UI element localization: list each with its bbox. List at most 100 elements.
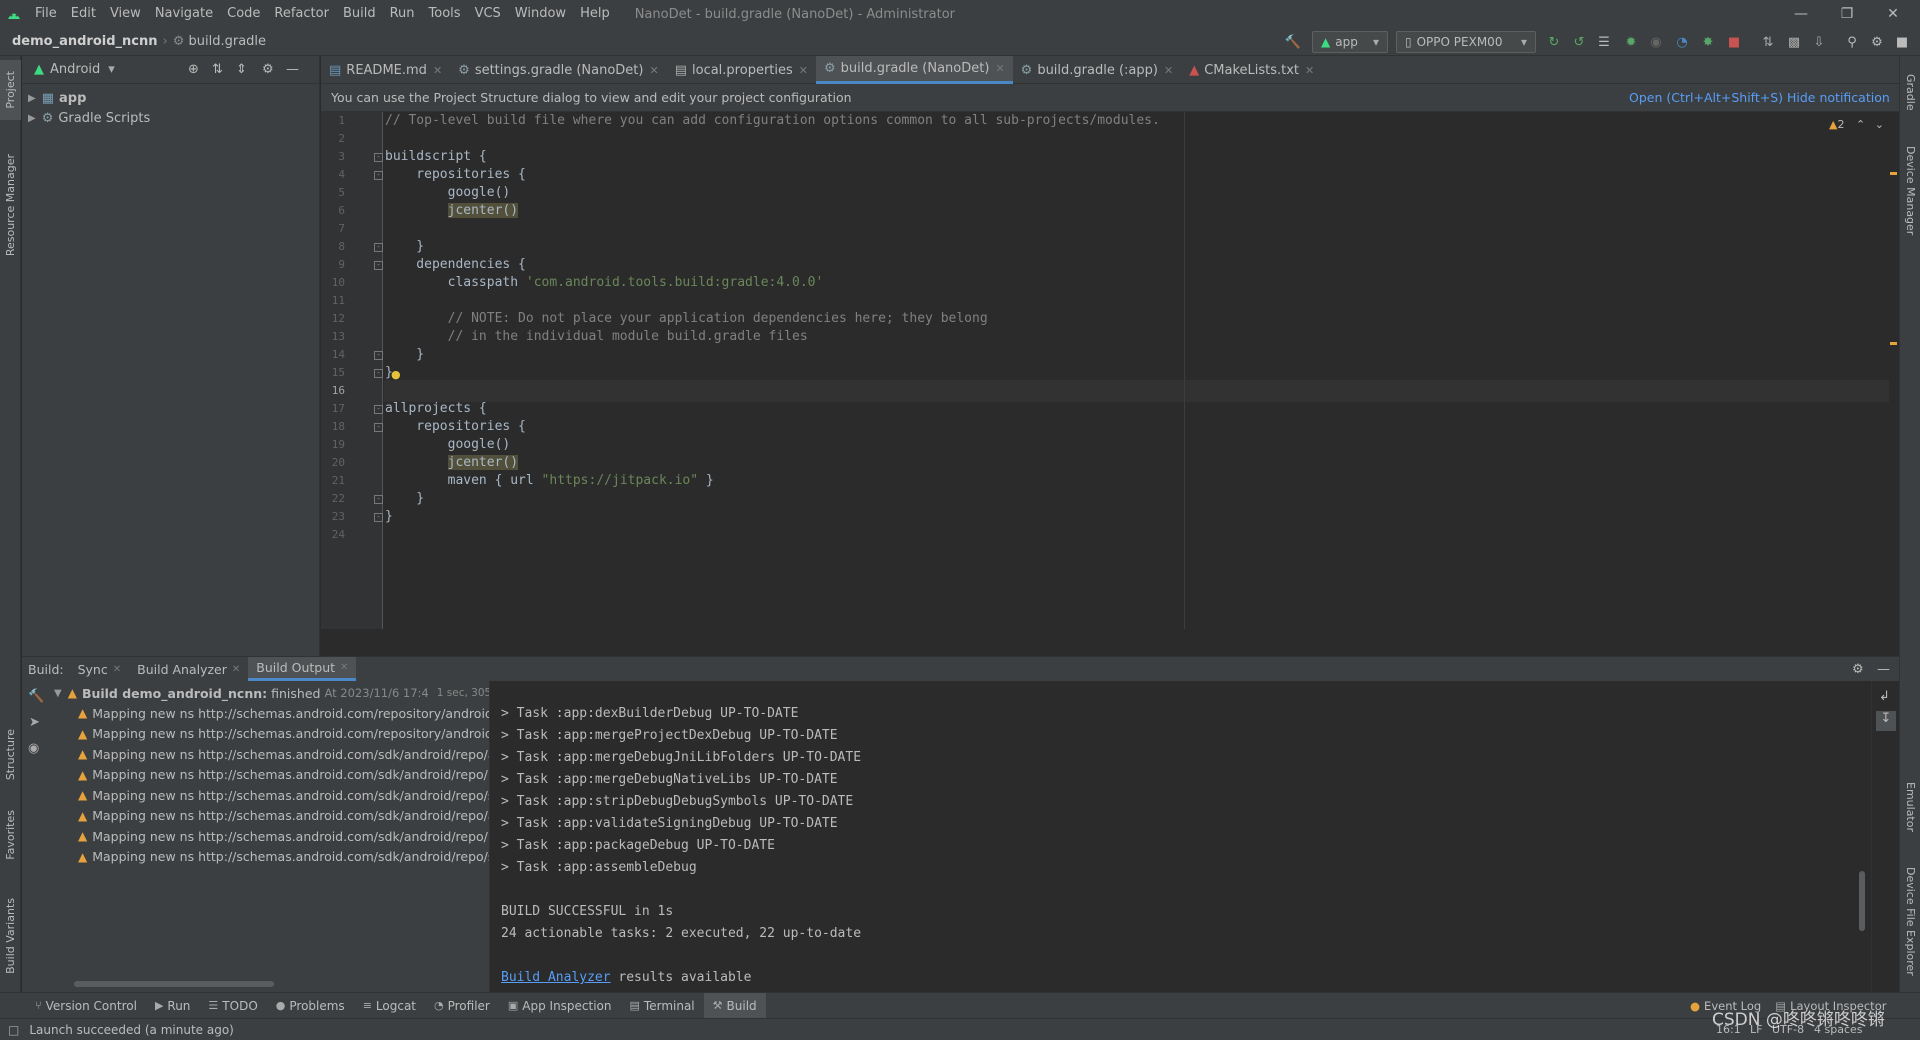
line-number[interactable]: 2: [321, 132, 345, 145]
gradle-sync-icon[interactable]: ⇅: [1759, 33, 1777, 51]
menu-navigate[interactable]: Navigate: [148, 0, 220, 28]
line-number[interactable]: 23: [321, 510, 345, 523]
tool-button-app-inspection[interactable]: ▣ App Inspection: [499, 993, 621, 1019]
breadcrumb-file[interactable]: build.gradle: [189, 34, 267, 49]
open-project-structure-link[interactable]: Open (Ctrl+Alt+Shift+S): [1629, 90, 1783, 105]
sdk-manager-icon[interactable]: ⇩: [1810, 33, 1828, 51]
build-warning-row[interactable]: ▲ Mapping new ns http://schemas.android.c…: [50, 806, 489, 827]
tab-sync[interactable]: Sync ✕: [70, 657, 130, 681]
tool-button-logcat[interactable]: ≡ Logcat: [354, 993, 425, 1019]
line-number[interactable]: 9: [321, 258, 345, 271]
tab-build-gradle-project[interactable]: ⚙ build.gradle (NanoDet) ✕: [815, 56, 1013, 84]
status-toggle-icon[interactable]: □: [8, 1023, 19, 1037]
menu-view[interactable]: View: [103, 0, 148, 28]
close-icon[interactable]: ✕: [340, 662, 348, 673]
line-number[interactable]: 7: [321, 222, 345, 235]
coverage-icon[interactable]: ◉: [1647, 33, 1665, 51]
menu-vcs[interactable]: VCS: [468, 0, 508, 28]
close-icon[interactable]: ✕: [649, 64, 658, 77]
line-number[interactable]: 22: [321, 492, 345, 505]
chevron-up-icon[interactable]: ⌃: [1856, 118, 1865, 131]
inspection-widget[interactable]: ▲2 ⌃ ⌄: [1829, 118, 1884, 131]
build-warning-row[interactable]: ▲ Mapping new ns http://schemas.android.c…: [50, 744, 489, 765]
profile-icon[interactable]: ◔: [1673, 33, 1691, 51]
tool-tab-project[interactable]: Project: [0, 60, 21, 120]
pin-icon[interactable]: ➤: [29, 715, 40, 730]
close-icon[interactable]: ✕: [232, 664, 240, 675]
tool-tab-structure[interactable]: Structure: [0, 720, 21, 790]
line-number[interactable]: 1: [321, 114, 345, 127]
gear-icon[interactable]: ⚙: [262, 62, 274, 77]
fold-marker-icon[interactable]: -: [374, 513, 383, 522]
line-number[interactable]: 4: [321, 168, 345, 181]
minimize-button[interactable]: —: [1778, 0, 1824, 28]
line-number[interactable]: 10: [321, 276, 345, 289]
tool-tab-device-file-explorer[interactable]: Device File Explorer: [1900, 856, 1920, 986]
build-console[interactable]: > Task :app:dexBuilderDebug UP-TO-DATE > …: [491, 681, 1871, 993]
stop-icon[interactable]: ■: [1725, 33, 1743, 51]
fold-marker-icon[interactable]: -: [374, 171, 383, 180]
console-scrollbar[interactable]: [1859, 871, 1865, 931]
line-number[interactable]: 14: [321, 348, 345, 361]
debug-icon[interactable]: ✹: [1622, 33, 1640, 51]
build-warning-row[interactable]: ▲ Mapping new ns http://schemas.android.c…: [50, 724, 489, 745]
line-number[interactable]: 20: [321, 456, 345, 469]
tab-build-output[interactable]: Build Output ✕: [248, 657, 357, 681]
tab-settings-gradle[interactable]: ⚙ settings.gradle (NanoDet) ✕: [450, 56, 667, 84]
line-number[interactable]: 12: [321, 312, 345, 325]
build-warning-row[interactable]: ▲ Mapping new ns http://schemas.android.c…: [50, 765, 489, 786]
hammer-icon[interactable]: 🔨: [28, 689, 44, 704]
chevron-down-icon[interactable]: ⌄: [1875, 118, 1884, 131]
close-window-button[interactable]: ✕: [1870, 0, 1916, 28]
menu-window[interactable]: Window: [508, 0, 573, 28]
device-select[interactable]: ▯ OPPO PEXM00 ▾: [1396, 31, 1536, 53]
chevron-right-icon[interactable]: ▶: [28, 93, 36, 104]
close-icon[interactable]: ✕: [433, 64, 442, 77]
line-number[interactable]: 15: [321, 366, 345, 379]
settings-icon[interactable]: ⚙: [1868, 33, 1886, 51]
make-hammer-icon[interactable]: 🔨: [1284, 33, 1302, 51]
close-icon[interactable]: ✕: [995, 62, 1004, 75]
tab-cmakelists[interactable]: ▲ CMakeLists.txt ✕: [1181, 56, 1322, 84]
soft-wrap-icon[interactable]: ↲: [1879, 689, 1890, 704]
tool-tab-device-manager[interactable]: Device Manager: [1900, 136, 1920, 246]
fold-marker-icon[interactable]: -: [374, 351, 383, 360]
fold-marker-icon[interactable]: -: [374, 261, 383, 270]
apply-code-changes-icon[interactable]: ↺: [1570, 33, 1588, 51]
line-number[interactable]: 6: [321, 204, 345, 217]
run-config-select[interactable]: ▲ app ▾: [1312, 31, 1388, 53]
close-icon[interactable]: ✕: [1305, 64, 1314, 77]
tab-build-gradle-app[interactable]: ⚙ build.gradle (:app) ✕: [1013, 56, 1182, 84]
fold-marker-icon[interactable]: -: [374, 369, 383, 378]
tool-tab-build-variants[interactable]: Build Variants: [0, 886, 21, 986]
hide-notification-link[interactable]: Hide notification: [1787, 90, 1890, 105]
fold-marker-icon[interactable]: -: [374, 153, 383, 162]
fold-marker-icon[interactable]: -: [374, 495, 383, 504]
tree-item-gradle-scripts[interactable]: ▶ ⚙ Gradle Scripts: [22, 108, 319, 128]
tab-local-properties[interactable]: ▤ local.properties ✕: [667, 56, 816, 84]
hide-panel-icon[interactable]: —: [286, 62, 299, 77]
tool-tab-favorites[interactable]: Favorites: [0, 800, 21, 870]
close-icon[interactable]: ✕: [799, 64, 808, 77]
gear-icon[interactable]: ⚙: [1852, 662, 1864, 677]
breadcrumb-project[interactable]: demo_android_ncnn: [12, 34, 158, 49]
close-icon[interactable]: ✕: [1164, 64, 1173, 77]
collapse-all-icon[interactable]: ⇕: [236, 62, 247, 77]
tool-button-profiler[interactable]: ◔ Profiler: [425, 993, 499, 1019]
line-number[interactable]: 19: [321, 438, 345, 451]
menu-run[interactable]: Run: [383, 0, 422, 28]
apply-changes-restart-icon[interactable]: ↻: [1545, 33, 1563, 51]
build-warning-row[interactable]: ▲ Mapping new ns http://schemas.android.c…: [50, 703, 489, 724]
build-analyzer-link[interactable]: Build Analyzer: [501, 970, 611, 985]
tab-build-analyzer[interactable]: Build Analyzer ✕: [129, 657, 248, 681]
restore-button[interactable]: ❐: [1824, 0, 1870, 28]
chevron-down-icon[interactable]: ▼: [54, 688, 62, 699]
line-number[interactable]: 21: [321, 474, 345, 487]
code-editor[interactable]: 1 2 3 4 5 6 7 8 9 10 11 12 13 14 15 16 17 18 19 20 21 22 23 24-…: [321, 112, 1899, 629]
avd-manager-icon[interactable]: ▩: [1785, 33, 1803, 51]
line-number[interactable]: 5: [321, 186, 345, 199]
menu-edit[interactable]: Edit: [64, 0, 103, 28]
warning-marker[interactable]: [1890, 342, 1897, 345]
chevron-right-icon[interactable]: ▶: [28, 113, 36, 124]
line-number[interactable]: 17: [321, 402, 345, 415]
